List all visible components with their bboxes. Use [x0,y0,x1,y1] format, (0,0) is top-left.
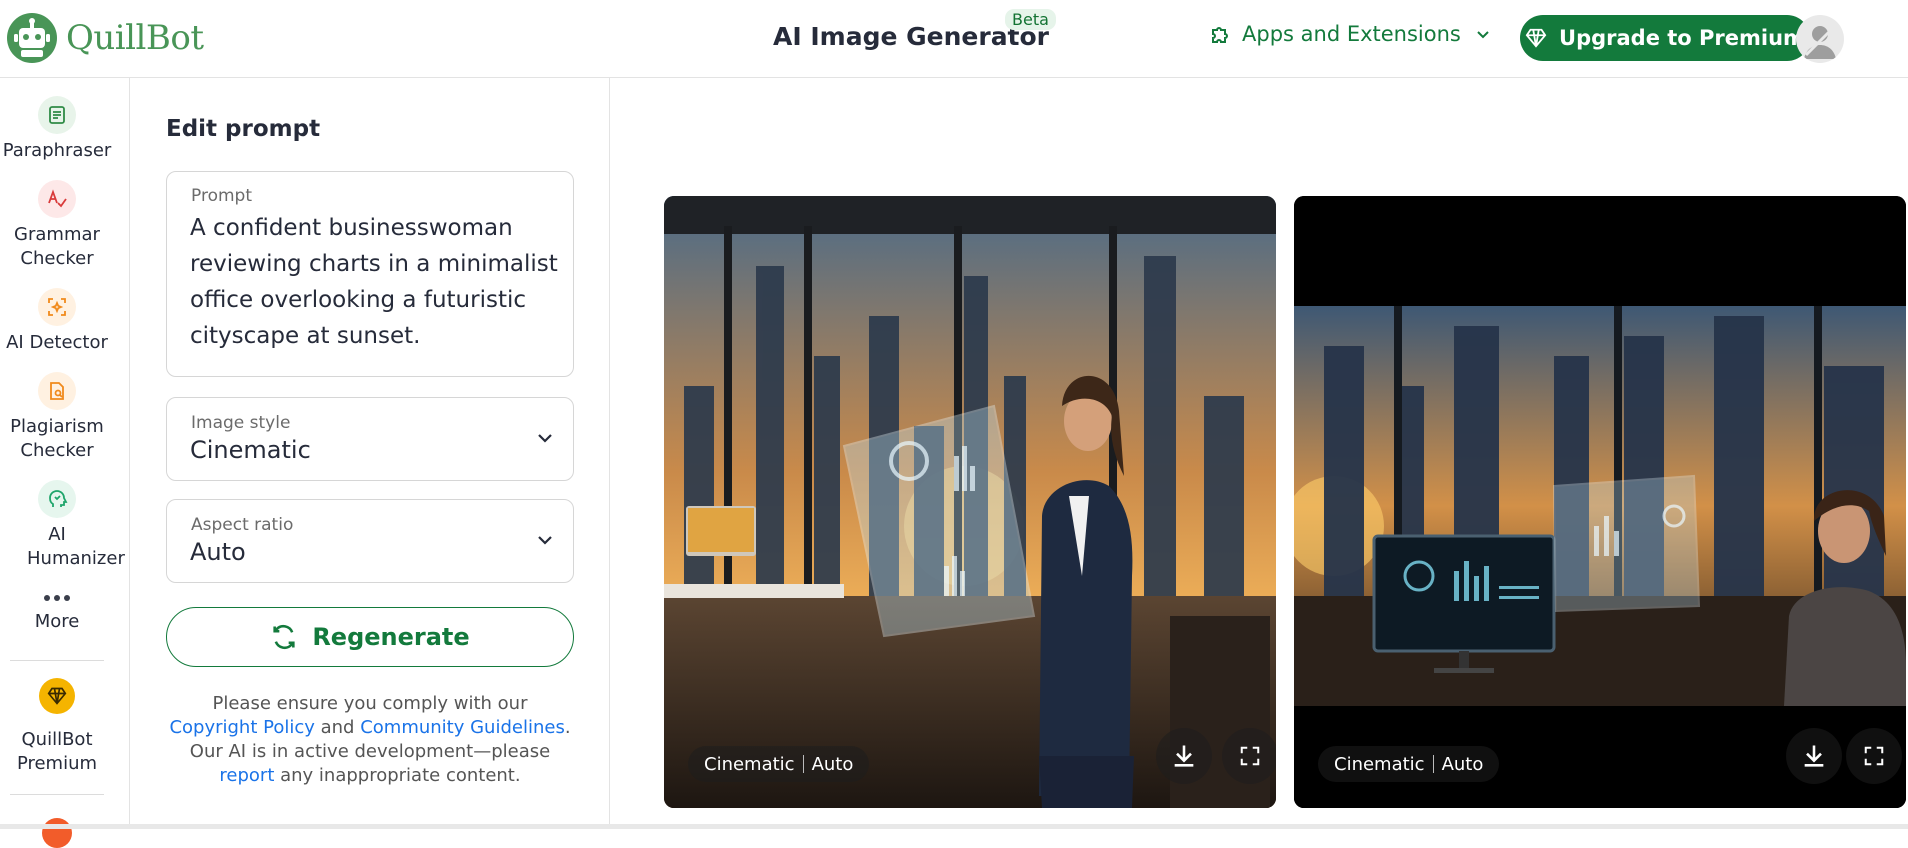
diamond-icon [1525,28,1547,48]
sidebar-divider [10,794,104,795]
generated-image-card[interactable]: Cinematic Auto [664,196,1276,808]
premium-diamond-icon [39,678,75,714]
sidebar-item-label: Plagiarism Checker [10,416,104,461]
chevron-down-icon [538,536,552,545]
paraphraser-icon [38,96,76,134]
fullscreen-button[interactable] [1222,728,1276,784]
sidebar-item-ai-humanizer[interactable]: AI Humanizer [0,480,125,571]
notice-text: and [314,717,361,738]
copyright-policy-link[interactable]: Copyright Policy [169,717,314,738]
plagiarism-checker-icon [38,372,76,410]
more-dots-icon [38,588,76,608]
sidebar-partial-icon[interactable] [42,818,72,848]
sidebar-item-label: More [34,611,80,632]
quillbot-logo-icon [7,13,57,63]
sidebar-item-label: QuillBot Premium [16,729,98,774]
sidebar-item-paraphraser[interactable]: Paraphraser [0,96,114,163]
sidebar-item-premium[interactable]: QuillBot Premium [0,678,114,776]
generated-image [1294,196,1906,808]
image-tags: Cinematic Auto [688,746,870,782]
generated-image [664,196,1276,808]
sidebar-item-label: AI Humanizer [27,524,125,569]
horizontal-scrollbar[interactable] [0,824,1908,829]
prompt-textarea[interactable]: Prompt A confident businesswoman reviewi… [166,171,574,377]
image-style-select[interactable]: Image style Cinematic [166,397,574,481]
aspect-tag: Auto [811,753,854,775]
apps-extensions-label: Apps and Extensions [1242,22,1461,46]
page-title-group: AI Image Generator Beta [773,9,1056,51]
expand-icon [1864,746,1884,766]
chevron-down-icon [1477,31,1489,39]
tools-sidebar: Paraphraser Grammar Checker AI Detector … [0,78,130,848]
avatar-placeholder-icon [1804,23,1838,59]
regenerate-label: Regenerate [312,623,470,651]
chevron-down-icon [538,434,552,443]
sidebar-item-grammar-checker[interactable]: Grammar Checker [0,180,114,271]
brand-name: QuillBot [66,18,204,58]
upgrade-premium-button[interactable]: Upgrade to Premium [1520,15,1810,61]
apps-extensions-menu[interactable]: Apps and Extensions [1208,22,1501,46]
prompt-label: Prompt [191,186,252,206]
report-link[interactable]: report [219,765,274,786]
quillbot-logo[interactable]: QuillBot [6,12,204,64]
notice-text: any inappropriate content. [274,765,521,786]
image-style-value: Cinematic [190,436,311,464]
beta-badge: Beta [1005,9,1056,30]
download-button[interactable] [1156,728,1212,784]
notice-text: Please ensure you comply with our [212,693,528,714]
sidebar-item-label: Grammar Checker [14,224,100,269]
tag-divider [1432,755,1434,773]
aspect-ratio-select[interactable]: Aspect ratio Auto [166,499,574,583]
usage-notice: Please ensure you comply with our Copyri… [166,692,574,788]
refresh-icon [273,624,295,650]
ai-detector-icon [38,288,76,326]
user-avatar[interactable] [1796,15,1844,63]
aspect-ratio-label: Aspect ratio [191,515,294,535]
top-header: QuillBot AI Image Generator Beta Apps an… [0,0,1908,78]
expand-icon [1240,746,1260,766]
style-tag: Cinematic [704,753,795,775]
image-tags: Cinematic Auto [1318,746,1500,782]
sidebar-item-more[interactable]: More [0,588,114,634]
upgrade-label: Upgrade to Premium [1559,26,1805,50]
download-icon [1174,745,1194,767]
sidebar-item-label: Paraphraser [2,140,112,161]
aspect-tag: Auto [1441,753,1484,775]
download-icon [1804,745,1824,767]
sidebar-item-ai-detector[interactable]: AI Detector [0,288,114,355]
prompt-text[interactable]: A confident businesswoman reviewing char… [190,210,560,354]
community-guidelines-link[interactable]: Community Guidelines [360,717,565,738]
download-button[interactable] [1786,728,1842,784]
regenerate-button[interactable]: Regenerate [166,607,574,667]
puzzle-icon [1212,27,1228,43]
sidebar-divider [10,660,104,661]
image-style-label: Image style [191,413,291,433]
sidebar-item-label: AI Detector [6,332,108,353]
sidebar-item-plagiarism-checker[interactable]: Plagiarism Checker [0,372,114,463]
fullscreen-button[interactable] [1846,728,1902,784]
panel-title: Edit prompt [166,116,321,142]
grammar-checker-icon [38,180,76,218]
aspect-ratio-value: Auto [190,538,246,566]
edit-prompt-panel: Edit prompt Prompt A confident businessw… [130,78,610,829]
tag-divider [802,755,804,773]
style-tag: Cinematic [1334,753,1425,775]
ai-humanizer-icon [38,480,76,518]
generated-image-card[interactable]: Cinematic Auto [1294,196,1906,808]
